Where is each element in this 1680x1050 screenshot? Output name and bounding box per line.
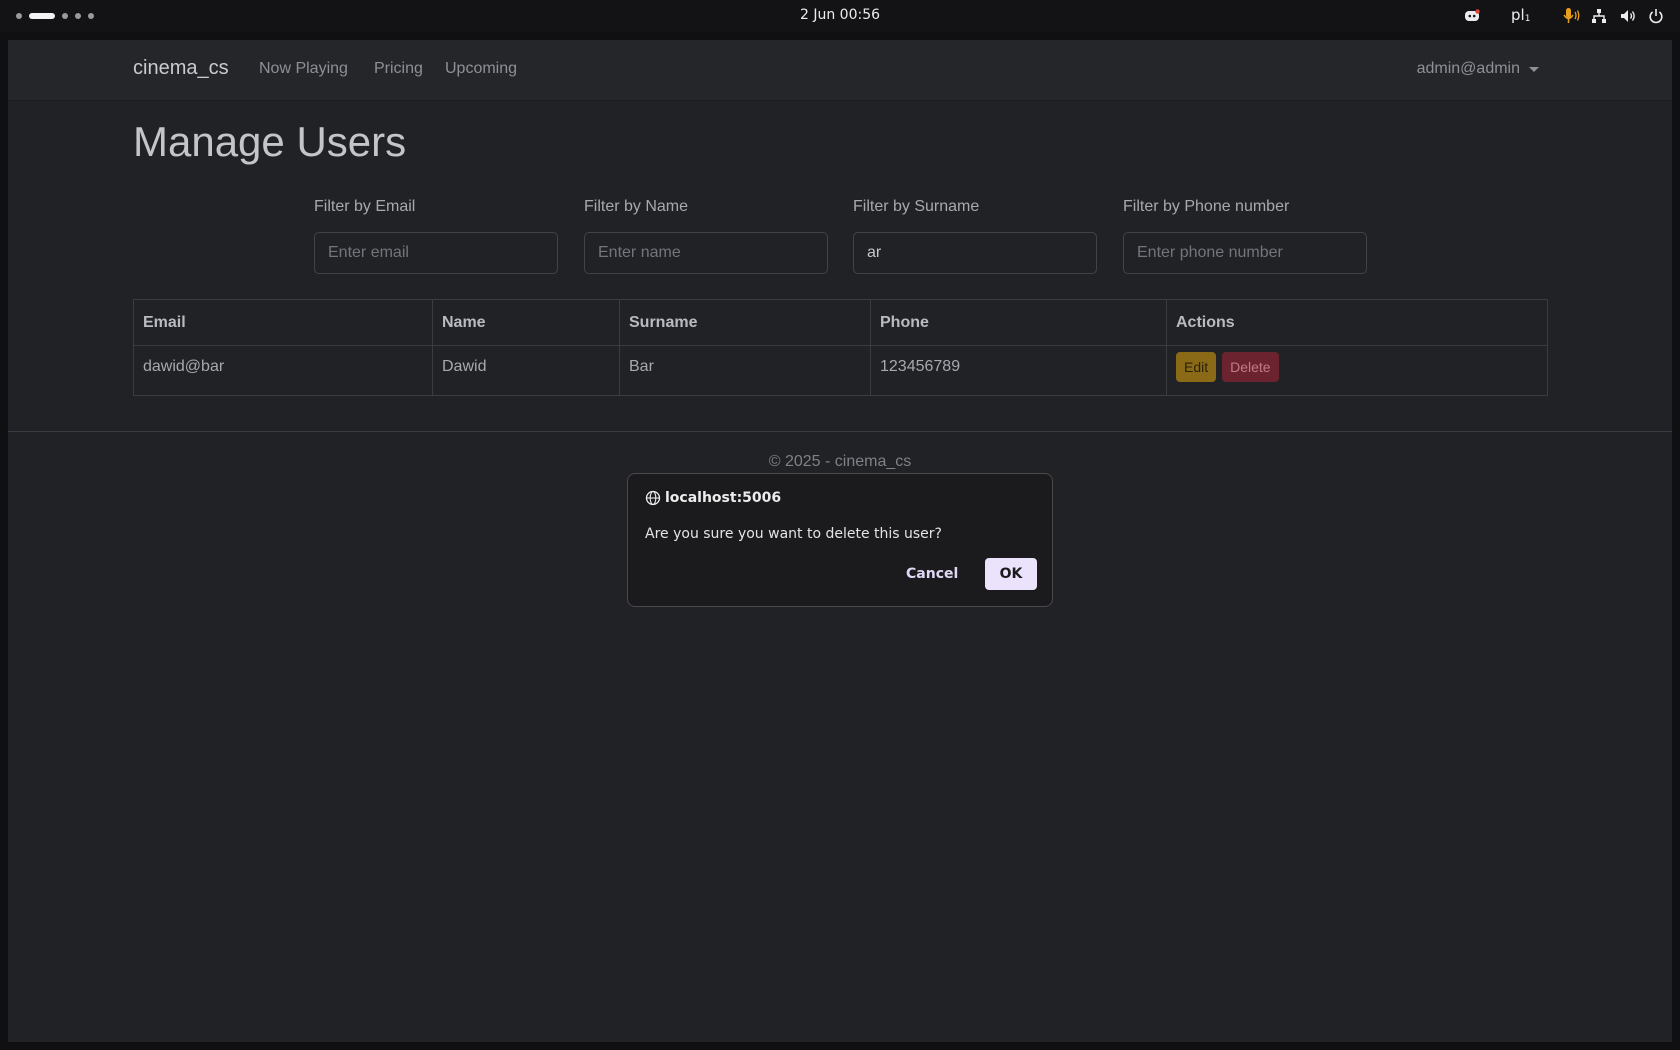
surname-filter-input[interactable] [853, 232, 1097, 274]
cancel-button[interactable]: Cancel [906, 566, 958, 582]
nav-link-pricing[interactable]: Pricing [374, 60, 423, 78]
microphone-icon[interactable] [1561, 7, 1581, 25]
name-filter-input[interactable] [584, 232, 828, 274]
language-indicator[interactable]: pl 1 [1511, 6, 1530, 24]
table-header-row: Email Name Surname Phone Actions [133, 299, 1548, 346]
footer-divider [8, 431, 1672, 432]
site-navbar: cinema_cs Now Playing Pricing Upcoming a… [8, 40, 1672, 101]
filter-name: Filter by Name [584, 198, 828, 274]
filter-email: Filter by Email [314, 198, 558, 274]
network-icon[interactable] [1591, 7, 1607, 25]
dialog-origin: localhost:5006 [645, 490, 781, 506]
cell-email: dawid@bar [133, 345, 433, 396]
filter-email-label: Filter by Email [314, 198, 416, 215]
power-icon[interactable] [1648, 7, 1664, 25]
browser-viewport: cinema_cs Now Playing Pricing Upcoming a… [8, 40, 1672, 1042]
phone-filter-input[interactable] [1123, 232, 1367, 274]
column-header-actions: Actions [1166, 299, 1548, 346]
email-filter-input[interactable] [314, 232, 558, 274]
column-header-phone: Phone [870, 299, 1167, 346]
column-header-email: Email [133, 299, 433, 346]
table-row: dawid@bar Dawid Bar 123456789 Edit Delete [133, 345, 1548, 396]
globe-icon [645, 490, 661, 506]
cell-name: Dawid [432, 345, 620, 396]
column-header-surname: Surname [619, 299, 871, 346]
filter-phone: Filter by Phone number [1123, 198, 1367, 274]
user-email: admin@admin [1416, 60, 1520, 77]
footer-copyright: © 2025 - cinema_cs [768, 453, 912, 470]
nav-link-now-playing[interactable]: Now Playing [259, 60, 348, 78]
language-code: pl [1511, 6, 1525, 24]
dialog-message: Are you sure you want to delete this use… [645, 526, 942, 542]
filter-surname: Filter by Surname [853, 198, 1097, 274]
column-header-name: Name [432, 299, 620, 346]
clock[interactable]: 2 Jun 00:56 [0, 7, 1680, 23]
delete-button[interactable]: Delete [1222, 352, 1279, 382]
ok-button[interactable]: OK [985, 558, 1037, 590]
cell-surname: Bar [619, 345, 871, 396]
nav-link-upcoming[interactable]: Upcoming [445, 60, 517, 78]
page-title: Manage Users [133, 118, 407, 165]
dialog-origin-text: localhost:5006 [665, 490, 782, 506]
discord-icon[interactable] [1463, 7, 1481, 25]
edit-button[interactable]: Edit [1176, 352, 1217, 382]
users-table: Email Name Surname Phone Actions dawid@b… [133, 299, 1548, 396]
cell-actions: Edit Delete [1166, 345, 1548, 396]
cell-phone: 123456789 [870, 345, 1167, 396]
user-dropdown[interactable]: admin@admin [1417, 60, 1539, 78]
filter-surname-label: Filter by Surname [853, 198, 980, 215]
volume-icon[interactable] [1620, 7, 1637, 25]
filter-phone-label: Filter by Phone number [1123, 198, 1290, 215]
brand-link[interactable]: cinema_cs [133, 57, 229, 80]
chevron-down-icon [1529, 66, 1539, 72]
filter-name-label: Filter by Name [584, 198, 689, 215]
language-variant: 1 [1524, 13, 1531, 24]
confirm-dialog: localhost:5006 Are you sure you want to … [627, 473, 1053, 607]
system-top-bar: 2 Jun 00:56 pl 1 [0, 0, 1680, 32]
